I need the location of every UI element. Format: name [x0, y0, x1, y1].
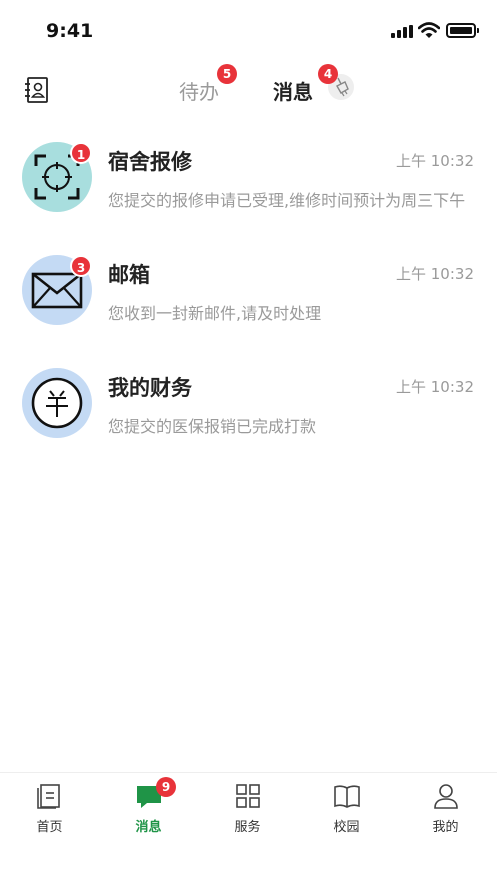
message-time: 上午 10:32 [396, 152, 474, 170]
grid-apps-icon [236, 784, 260, 808]
message-time: 上午 10:32 [396, 378, 474, 396]
status-bar: 9:41 [0, 0, 497, 56]
tabbar-item-profile[interactable]: 我的 [396, 773, 495, 843]
unread-badge: 3 [70, 255, 92, 277]
tabbar-item-services[interactable]: 服务 [198, 773, 297, 843]
message-time: 上午 10:32 [396, 265, 474, 283]
tabbar-label: 校园 [333, 820, 360, 835]
tabbar-item-campus[interactable]: 校园 [297, 773, 396, 843]
tabbar-label: 消息 [135, 820, 162, 835]
message-title: 邮箱 [108, 263, 150, 287]
home-document-icon [37, 784, 60, 809]
battery-icon [446, 23, 479, 38]
message-title: 我的财务 [108, 376, 192, 400]
tabbar-label: 服务 [234, 820, 261, 835]
message-preview: 您收到一封新邮件,请及时处理 [108, 304, 322, 323]
tabbar-messages-badge: 9 [156, 777, 176, 797]
tabbar-label: 我的 [432, 820, 459, 835]
unread-badge: 1 [70, 142, 92, 164]
tabbar-item-home[interactable]: 首页 [0, 773, 99, 843]
message-item-finance[interactable]: 我的财务 上午 10:32 您提交的医保报销已完成打款 [0, 368, 497, 468]
message-item-dorm-repair[interactable]: 1 宿舍报修 上午 10:32 您提交的报修申请已受理,维修时间预计为周三下午 [0, 142, 497, 242]
message-preview: 您提交的医保报销已完成打款 [108, 417, 317, 436]
messages-tab-badge: 4 [318, 64, 338, 84]
message-header: 待办 5 消息 4 [0, 60, 497, 116]
open-book-icon [334, 785, 360, 808]
finance-avatar [22, 368, 92, 438]
bottom-tab-bar: 首页 9 消息 服务 校园 我的 [0, 772, 497, 883]
tab-messages[interactable]: 消息 [273, 76, 313, 105]
message-title: 宿舍报修 [108, 150, 192, 174]
wifi-icon [418, 22, 440, 38]
yuan-currency-icon [31, 377, 83, 429]
todo-badge: 5 [217, 64, 237, 84]
tabbar-label: 首页 [36, 820, 63, 835]
message-preview: 您提交的报修申请已受理,维修时间预计为周三下午 [108, 191, 466, 210]
contacts-book-icon[interactable] [24, 76, 50, 104]
user-profile-icon [434, 784, 458, 809]
tab-todo[interactable]: 待办 [179, 76, 219, 105]
status-time: 9:41 [46, 20, 94, 42]
tabbar-item-messages[interactable]: 9 消息 [99, 773, 198, 843]
message-item-mailbox[interactable]: 3 邮箱 上午 10:32 您收到一封新邮件,请及时处理 [0, 255, 497, 355]
signal-icon [391, 25, 413, 38]
